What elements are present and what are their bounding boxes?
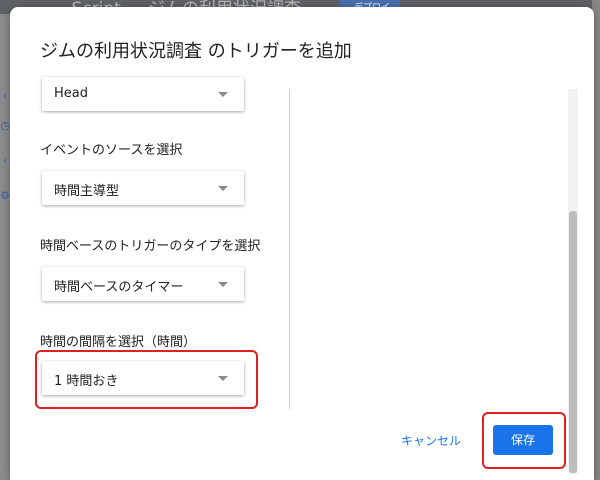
cancel-button[interactable]: キャンセル (396, 429, 466, 453)
save-button[interactable]: 保存 (493, 425, 553, 455)
sidebar-gear-icon: ⚙ (0, 189, 10, 202)
trigger-type-label: 時間ベースのトリガーのタイプを選択 (40, 239, 261, 254)
chevron-down-icon (218, 92, 228, 97)
interval-select[interactable]: 1 時間おき (42, 361, 244, 395)
event-source-select-value: 時間主導型 (54, 184, 120, 199)
chevron-down-icon (218, 282, 228, 287)
dialog-scrollbar-thumb[interactable] (569, 211, 577, 473)
interval-label: 時間の間隔を選択（時間） (40, 335, 197, 350)
event-source-select[interactable]: 時間主導型 (42, 171, 244, 205)
column-divider (289, 89, 290, 409)
event-source-label: イベントのソースを選択 (40, 143, 183, 158)
chevron-down-icon (218, 186, 228, 191)
deployment-select[interactable]: Head (42, 77, 244, 111)
sidebar-chevron-icon-2: ‹ (2, 154, 8, 167)
trigger-type-select-value: 時間ベースのタイマー (54, 280, 184, 295)
chevron-down-icon (218, 376, 228, 381)
sidebar-chevron-icon: ‹ (2, 89, 8, 102)
deployment-select-value: Head (54, 86, 88, 101)
interval-select-value: 1 時間おき (54, 374, 119, 389)
trigger-type-select[interactable]: 時間ベースのタイマー (42, 267, 244, 301)
add-trigger-dialog: ジムの利用状況調査 のトリガーを追加 Head イベントのソースを選択 時間主導… (10, 7, 594, 480)
dialog-title: ジムの利用状況調査 のトリガーを追加 (40, 41, 352, 62)
dialog-scrollbar[interactable] (568, 89, 578, 474)
sidebar-clock-icon: ◷ (0, 119, 10, 132)
